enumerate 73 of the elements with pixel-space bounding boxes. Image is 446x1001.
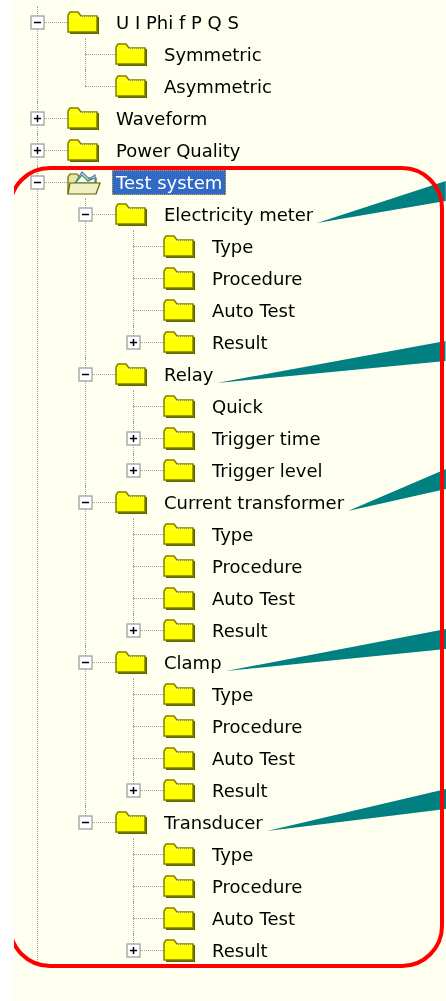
expand-icon[interactable]: [126, 623, 141, 638]
tree-item[interactable]: Procedure: [208, 873, 307, 899]
tree-item[interactable]: Type: [208, 233, 258, 259]
tree-item[interactable]: Clamp: [160, 649, 226, 675]
folder-icon: [163, 584, 197, 612]
tree-item[interactable]: Power Quality: [112, 137, 245, 163]
folder-icon: [163, 744, 197, 772]
folder-icon: [163, 328, 197, 356]
expand-icon[interactable]: [126, 335, 141, 350]
expand-icon[interactable]: [126, 783, 141, 798]
collapse-icon[interactable]: [30, 15, 45, 30]
folder-icon: [115, 360, 149, 388]
tree-item[interactable]: Current transformer: [160, 489, 349, 515]
tree-item[interactable]: Type: [208, 521, 258, 547]
tree-item[interactable]: Relay: [160, 361, 218, 387]
folder-icon: [163, 456, 197, 484]
collapse-icon[interactable]: [78, 815, 93, 830]
folder-icon: [163, 872, 197, 900]
folder-icon: [115, 200, 149, 228]
folder-icon: [115, 488, 149, 516]
folder-icon: [163, 232, 197, 260]
expand-icon[interactable]: [126, 463, 141, 478]
folder-icon: [163, 936, 197, 964]
folder-icon: [163, 680, 197, 708]
tree-item[interactable]: Auto Test: [208, 745, 299, 771]
tree-item[interactable]: Auto Test: [208, 297, 299, 323]
collapse-icon[interactable]: [78, 207, 93, 222]
folder-icon: [163, 904, 197, 932]
expand-icon[interactable]: [126, 943, 141, 958]
collapse-icon[interactable]: [30, 175, 45, 190]
tree-item[interactable]: Symmetric: [160, 41, 266, 67]
tree-item[interactable]: Result: [208, 617, 272, 643]
tree-item[interactable]: Waveform: [112, 105, 212, 131]
expand-icon[interactable]: [30, 143, 45, 158]
folder-icon: [163, 264, 197, 292]
folder-icon: [115, 648, 149, 676]
folder-icon: [115, 40, 149, 68]
tree-item[interactable]: Transducer: [160, 809, 267, 835]
folder-icon: [163, 776, 197, 804]
tree-item[interactable]: U I Phi f P Q S: [112, 9, 243, 35]
expand-icon[interactable]: [30, 111, 45, 126]
tree-item[interactable]: Electricity meter: [160, 201, 318, 227]
tree-item[interactable]: Trigger time: [208, 425, 325, 451]
folder-icon: [67, 8, 101, 36]
folder-icon: [163, 520, 197, 548]
tree-item[interactable]: Trigger level: [208, 457, 327, 483]
folder-icon: [163, 424, 197, 452]
tree-item[interactable]: Procedure: [208, 265, 307, 291]
tree-item[interactable]: Procedure: [208, 553, 307, 579]
tree-item[interactable]: Quick: [208, 393, 267, 419]
folder-icon: [115, 72, 149, 100]
folder-icon: [163, 840, 197, 868]
collapse-icon[interactable]: [78, 655, 93, 670]
folder-icon: [163, 552, 197, 580]
tree-item[interactable]: Asymmetric: [160, 73, 276, 99]
expand-icon[interactable]: [126, 431, 141, 446]
collapse-icon[interactable]: [78, 495, 93, 510]
tree-item[interactable]: Auto Test: [208, 585, 299, 611]
folder-icon: [163, 392, 197, 420]
tree-item[interactable]: Type: [208, 681, 258, 707]
folder-icon: [67, 136, 101, 164]
tree-item[interactable]: Result: [208, 329, 272, 355]
folder-icon: [163, 712, 197, 740]
folder-icon: [163, 616, 197, 644]
folder-icon: [67, 104, 101, 132]
folder-icon: [115, 808, 149, 836]
tree-item[interactable]: Auto Test: [208, 905, 299, 931]
tree-item[interactable]: Procedure: [208, 713, 307, 739]
tree-item[interactable]: Result: [208, 937, 272, 963]
folder-icon: [163, 296, 197, 324]
tree-item[interactable]: Type: [208, 841, 258, 867]
collapse-icon[interactable]: [78, 367, 93, 382]
tree-item[interactable]: Test system: [112, 169, 227, 195]
